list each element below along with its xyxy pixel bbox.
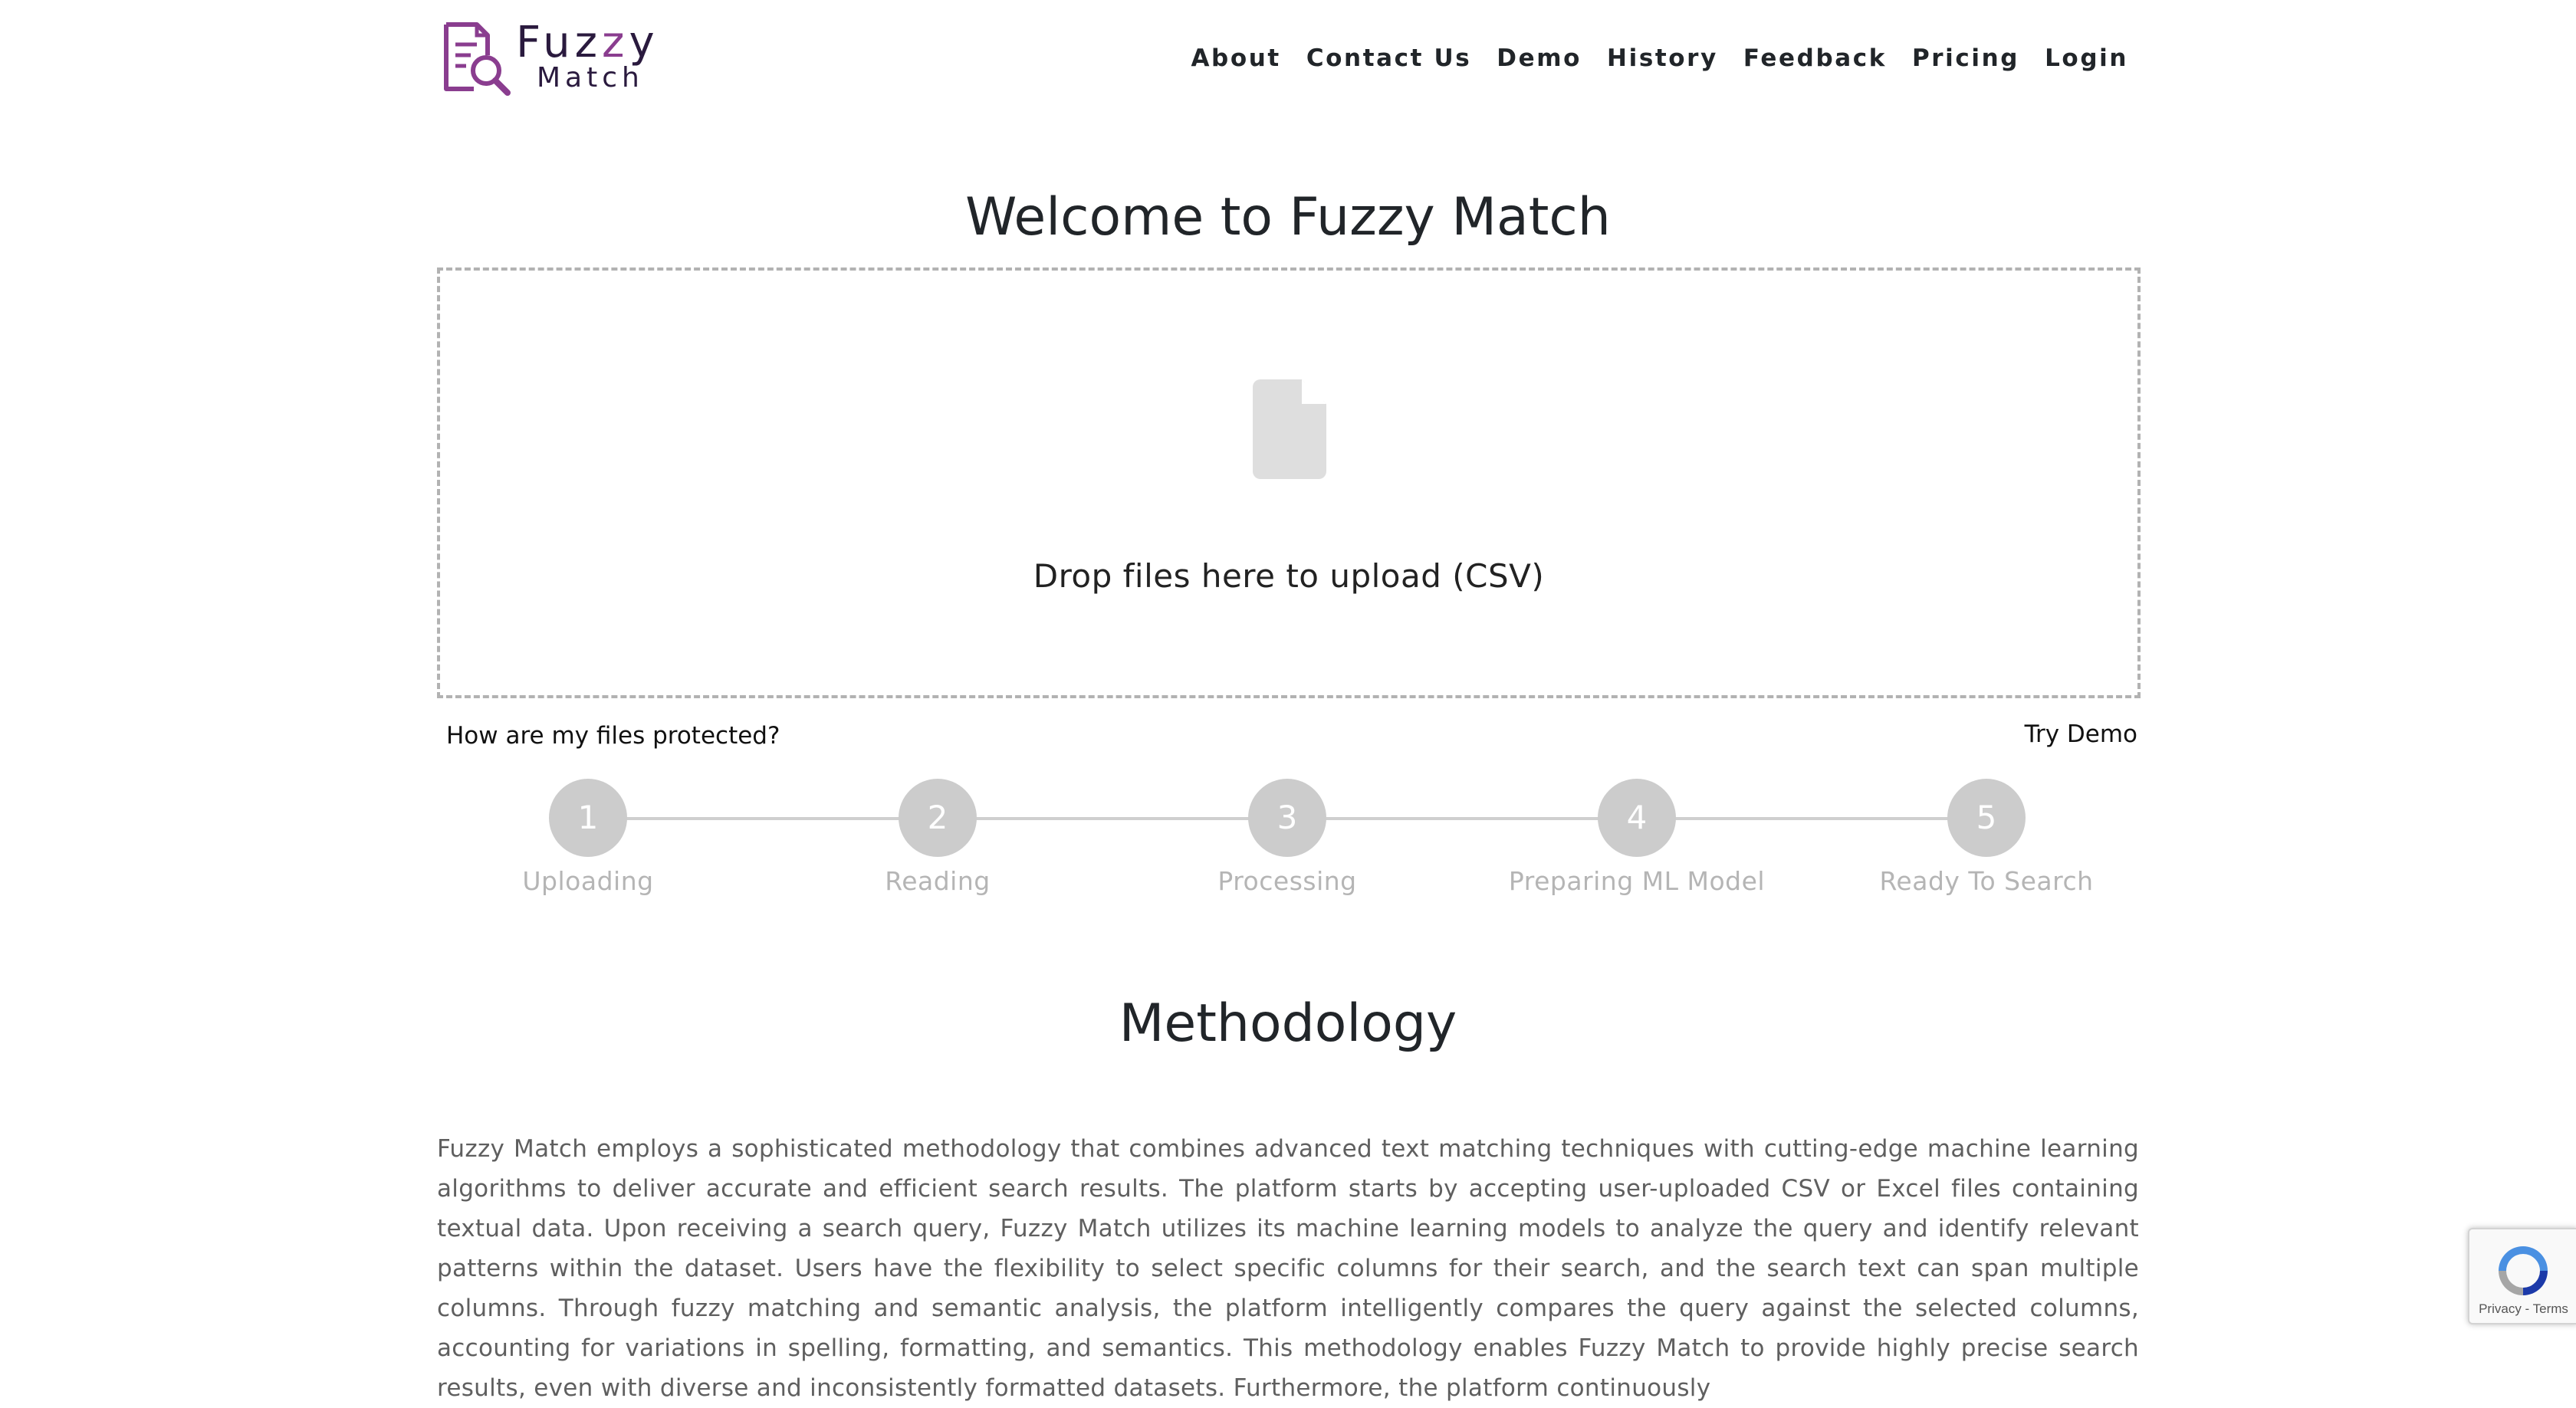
recaptcha-icon: [2499, 1246, 2548, 1295]
file-dropzone[interactable]: Drop files here to upload (CSV): [437, 267, 2141, 698]
dropzone-text: Drop files here to upload (CSV): [1033, 557, 1545, 595]
step-label: Preparing ML Model: [1508, 866, 1766, 896]
nav-login[interactable]: Login: [2045, 44, 2128, 72]
methodology-text: Fuzzy Match employs a sophisticated meth…: [437, 1135, 2139, 1402]
try-demo-link[interactable]: Try Demo: [2025, 720, 2137, 748]
nav-about[interactable]: About: [1191, 44, 1280, 72]
step-ready-to-search: 5 Ready To Search: [1848, 779, 2124, 896]
files-protected-link[interactable]: How are my files protected?: [446, 722, 780, 750]
step-number: 2: [899, 779, 977, 857]
recaptcha-badge[interactable]: Privacy - Terms: [2468, 1228, 2576, 1324]
step-number: 1: [549, 779, 627, 857]
file-icon: [1253, 379, 1326, 479]
nav-pricing[interactable]: Pricing: [1912, 44, 2019, 72]
nav-feedback[interactable]: Feedback: [1743, 44, 1887, 72]
logo-wordmark-top: Fuzzy: [516, 18, 659, 67]
main-nav: About Contact Us Demo History Feedback P…: [1191, 41, 2128, 75]
step-processing: 3 Processing: [1149, 779, 1425, 896]
step-number: 5: [1947, 779, 2026, 857]
step-label: Uploading: [522, 866, 654, 896]
nav-demo[interactable]: Demo: [1497, 44, 1582, 72]
nav-history[interactable]: History: [1607, 44, 1718, 72]
logo[interactable]: Fuzzy Match: [440, 20, 670, 97]
document-search-icon: [444, 22, 511, 96]
page-title: Welcome to Fuzzy Match: [965, 187, 1611, 248]
step-preparing-ml-model: 4 Preparing ML Model: [1499, 779, 1775, 896]
step-label: Reading: [885, 866, 991, 896]
step-label: Processing: [1217, 866, 1357, 896]
logo-wordmark-bottom: Match: [537, 62, 644, 94]
recaptcha-privacy-terms[interactable]: Privacy - Terms: [2469, 1301, 2576, 1317]
methodology-title: Methodology: [1119, 993, 1457, 1054]
nav-contact-us[interactable]: Contact Us: [1306, 44, 1471, 72]
step-number: 4: [1598, 779, 1676, 857]
step-uploading: 1 Uploading: [450, 779, 726, 896]
step-label: Ready To Search: [1879, 866, 2094, 896]
step-number: 3: [1248, 779, 1326, 857]
logo-accent-letter: z: [602, 18, 629, 67]
step-reading: 2 Reading: [800, 779, 1076, 896]
